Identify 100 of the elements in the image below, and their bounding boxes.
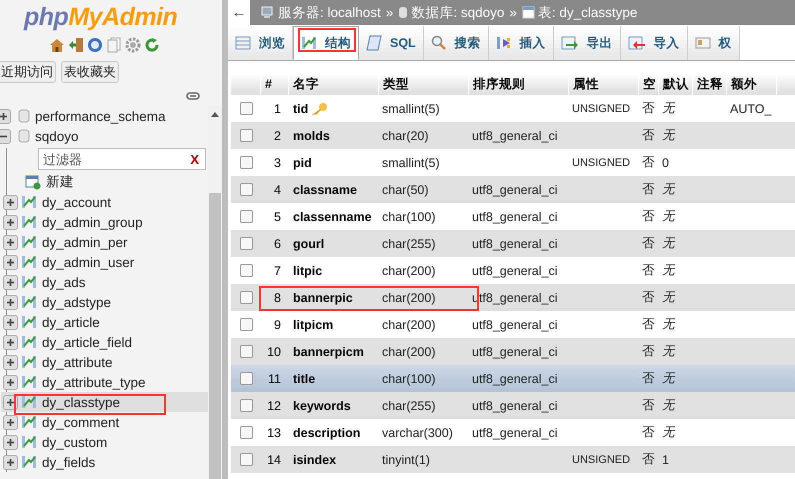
table-cell-text: 无 bbox=[661, 127, 676, 144]
database-item[interactable]: sqdoyo bbox=[35, 128, 79, 144]
tab[interactable]: 导入 bbox=[620, 26, 688, 60]
column-name: pid bbox=[293, 156, 312, 170]
tab[interactable]: 结构 bbox=[293, 26, 359, 60]
expander-icon[interactable] bbox=[3, 374, 18, 390]
new-table-icon[interactable] bbox=[25, 174, 41, 190]
expander-icon[interactable] bbox=[3, 414, 18, 430]
table-cell-text: 否 bbox=[641, 208, 656, 225]
column-name: keywords bbox=[293, 398, 351, 412]
expander-icon[interactable] bbox=[0, 128, 11, 144]
table-item[interactable]: dy_attribute bbox=[42, 354, 113, 370]
expander-icon[interactable] bbox=[3, 294, 18, 310]
table-item[interactable]: dy_fields bbox=[42, 454, 96, 470]
table-item[interactable]: dy_article_field bbox=[42, 334, 132, 350]
expander-icon[interactable] bbox=[3, 254, 18, 270]
row-checkbox[interactable] bbox=[240, 318, 252, 331]
table-item[interactable]: dy_comment bbox=[42, 414, 120, 430]
table-cell: utf8_general_ci bbox=[472, 318, 558, 332]
row-checkbox[interactable] bbox=[240, 129, 252, 142]
breadcrumb-link[interactable]: 服务器: localhost bbox=[278, 4, 381, 22]
table-cell: utf8_general_ci bbox=[472, 210, 558, 224]
tab[interactable]: 插入 bbox=[488, 26, 554, 60]
table-item[interactable]: dy_article bbox=[42, 314, 100, 330]
row-checkbox[interactable] bbox=[240, 102, 252, 115]
reload-icon[interactable] bbox=[144, 37, 160, 53]
row-checkbox[interactable] bbox=[240, 291, 252, 304]
table-cell-text: char(50) bbox=[381, 182, 430, 196]
table-cell-text: smallint(5) bbox=[381, 156, 441, 170]
tab[interactable]: SQL bbox=[359, 26, 424, 60]
breadcrumb-link[interactable]: 表: dy_classtype bbox=[538, 4, 638, 22]
table-cell: utf8_general_ci bbox=[472, 236, 558, 250]
table-cell: utf8_general_ci bbox=[472, 372, 558, 386]
table-cell-text: 14 bbox=[266, 452, 282, 466]
table-cell-text: 8 bbox=[273, 290, 282, 304]
expander-icon[interactable] bbox=[3, 214, 18, 230]
expander-icon[interactable] bbox=[3, 434, 18, 450]
table-item[interactable]: dy_adstype bbox=[42, 294, 112, 310]
row-checkbox[interactable] bbox=[240, 426, 252, 439]
document-icon[interactable] bbox=[106, 37, 122, 53]
highlighted-row[interactable]: 11 title char(100) utf8_general_ci 否 无 bbox=[231, 365, 795, 392]
tab[interactable]: 权 bbox=[688, 26, 740, 60]
table-cell-text: 无 bbox=[661, 289, 676, 306]
table-item[interactable]: dy_admin_user bbox=[42, 254, 134, 270]
scroll-icon bbox=[366, 35, 382, 51]
home-icon[interactable] bbox=[49, 37, 65, 53]
link-icon[interactable] bbox=[186, 92, 200, 100]
expander-icon[interactable] bbox=[3, 234, 18, 250]
table-cell-text: 无 bbox=[661, 424, 676, 441]
row-checkbox[interactable] bbox=[240, 453, 252, 466]
table-cell-text: 13 bbox=[266, 426, 282, 440]
server-icon bbox=[261, 6, 275, 19]
exit-door-icon[interactable] bbox=[68, 37, 84, 53]
row-checkbox[interactable] bbox=[240, 345, 252, 358]
expander-icon[interactable] bbox=[3, 334, 18, 350]
expander-icon[interactable] bbox=[3, 314, 18, 330]
table-item[interactable]: dy_ads bbox=[42, 274, 86, 290]
table-item[interactable]: dy_admin_group bbox=[42, 214, 143, 230]
logo[interactable]: phpMyAdmin bbox=[24, 3, 178, 32]
table-cell-text: 无 bbox=[661, 235, 676, 252]
sidebar-button[interactable]: 近期访问 bbox=[0, 61, 56, 83]
clear-filter-button[interactable]: X bbox=[190, 152, 205, 166]
row-checkbox[interactable] bbox=[240, 210, 252, 223]
row-checkbox[interactable] bbox=[240, 237, 252, 250]
settings-icon[interactable] bbox=[125, 37, 141, 53]
row-checkbox[interactable] bbox=[240, 399, 252, 412]
table-item[interactable]: dy_custom bbox=[42, 434, 108, 450]
table-item[interactable]: dy_account bbox=[42, 194, 112, 210]
table-cell-text: 否 bbox=[641, 235, 656, 252]
table-cell-text: 1 bbox=[661, 452, 670, 466]
table-cell: utf8_general_ci bbox=[472, 128, 558, 142]
help-icon[interactable] bbox=[87, 37, 103, 53]
row-checkbox[interactable] bbox=[240, 372, 252, 385]
row-checkbox[interactable] bbox=[240, 183, 252, 196]
tab[interactable]: 浏览 bbox=[228, 26, 293, 60]
database-item[interactable]: performance_schema bbox=[35, 108, 166, 124]
table-item[interactable]: dy_attribute_type bbox=[42, 374, 146, 390]
table-cell-text: 无 bbox=[661, 262, 676, 279]
scroll-up-icon[interactable] bbox=[211, 112, 219, 117]
expander-icon[interactable] bbox=[0, 108, 11, 124]
table-item[interactable]: dy_admin_per bbox=[42, 234, 128, 250]
row-checkbox[interactable] bbox=[240, 156, 252, 169]
tab[interactable]: 导出 bbox=[554, 26, 621, 60]
expander-icon[interactable] bbox=[3, 354, 18, 370]
table-cell-text: 无 bbox=[661, 316, 676, 333]
highlighted-table-row[interactable]: dy_classtype bbox=[1, 392, 208, 412]
row-checkbox[interactable] bbox=[240, 264, 252, 277]
expander-icon[interactable] bbox=[3, 274, 18, 290]
database-icon bbox=[18, 108, 30, 124]
new-table-link[interactable]: 新建 bbox=[46, 173, 74, 191]
table-cell-text: 12 bbox=[266, 398, 282, 412]
table-cell-text: varchar(300) bbox=[381, 426, 454, 440]
breadcrumb-link[interactable]: 数据库: sqdoyo bbox=[411, 4, 504, 22]
table-cell-text: 10 bbox=[266, 344, 282, 358]
tab[interactable]: 搜索 bbox=[424, 26, 489, 60]
filter-field[interactable]: 过滤器 X bbox=[38, 148, 206, 170]
expander-icon[interactable] bbox=[3, 194, 18, 210]
table-item[interactable]: dy_classtype bbox=[42, 394, 120, 410]
expander-icon[interactable] bbox=[3, 454, 18, 470]
sidebar-button[interactable]: 表收藏夹 bbox=[61, 61, 119, 83]
